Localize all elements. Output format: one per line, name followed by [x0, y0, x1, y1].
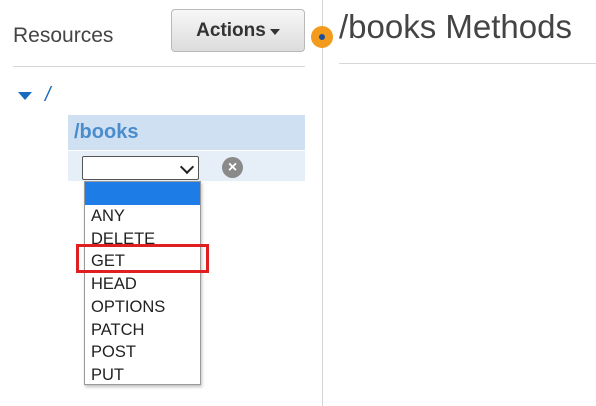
page-title: /books Methods [339, 8, 572, 45]
dropdown-option-any[interactable]: ANY [85, 205, 200, 228]
tree-node-books[interactable]: /books [68, 115, 305, 150]
dropdown-option-put[interactable]: PUT [85, 364, 200, 387]
dropdown-option-head[interactable]: HEAD [85, 273, 200, 296]
status-indicator-icon [311, 26, 333, 48]
get-option-highlight [76, 244, 209, 273]
dropdown-option-post[interactable]: POST [85, 341, 200, 364]
method-dropdown-list[interactable]: ANY DELETE GET HEAD OPTIONS PATCH POST P… [84, 181, 201, 385]
panel-divider [322, 0, 323, 406]
actions-button-label: Actions [196, 19, 266, 41]
chevron-down-icon [179, 159, 195, 175]
actions-button[interactable]: Actions [171, 9, 305, 52]
resources-heading: Resources [13, 24, 114, 47]
dropdown-option-blank[interactable] [85, 182, 200, 205]
header-divider [13, 66, 305, 67]
title-divider [339, 63, 596, 64]
cancel-icon[interactable]: × [222, 157, 243, 178]
status-indicator-center [319, 34, 325, 40]
expand-toggle-icon[interactable] [18, 92, 32, 100]
tree-node-root[interactable]: / [45, 84, 51, 107]
resources-panel: Resources Actions / /books × ANY DELETE … [0, 0, 322, 406]
dropdown-option-patch[interactable]: PATCH [85, 319, 200, 342]
dropdown-option-options[interactable]: OPTIONS [85, 296, 200, 319]
method-select[interactable] [82, 156, 199, 180]
caret-down-icon [269, 28, 280, 35]
